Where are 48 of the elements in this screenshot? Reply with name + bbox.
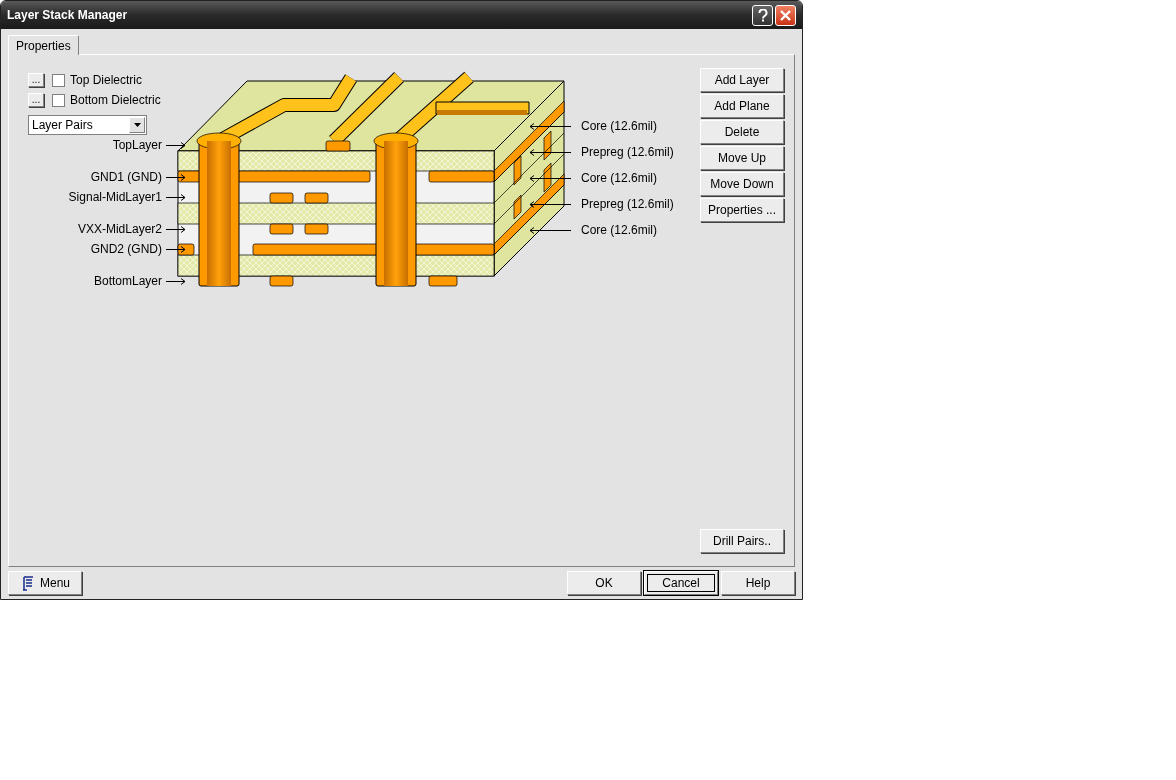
checkbox-label[interactable]: Bottom Dielectric bbox=[70, 91, 161, 109]
layer-label: TopLayer bbox=[112, 137, 162, 153]
dielectric-label: Core (12.6mil) bbox=[581, 170, 658, 186]
dielectric-label: Core (12.6mil) bbox=[581, 118, 658, 134]
leader-arrow bbox=[529, 200, 571, 208]
side-button[interactable]: Move Down bbox=[700, 172, 784, 196]
leader-arrow bbox=[166, 277, 186, 285]
dropdown-arrow-icon bbox=[133, 123, 141, 127]
side-button[interactable]: Add Layer bbox=[700, 68, 784, 92]
help-button[interactable] bbox=[752, 4, 773, 26]
side-button[interactable]: Move Up bbox=[700, 146, 784, 170]
menu-button[interactable]: Menu bbox=[8, 571, 82, 595]
close-icon bbox=[780, 9, 791, 21]
browse-button[interactable]: ... bbox=[28, 93, 44, 107]
layer-label: BottomLayer bbox=[93, 273, 162, 289]
checkbox[interactable] bbox=[52, 73, 65, 87]
layer-label: Signal-MidLayer1 bbox=[68, 189, 162, 205]
checkbox-label[interactable]: Top Dielectric bbox=[70, 71, 143, 89]
leader-arrow bbox=[166, 193, 186, 201]
leader-arrow bbox=[166, 245, 186, 253]
side-button[interactable]: Delete bbox=[700, 120, 784, 144]
dielectric-label: Prepreg (12.6mil) bbox=[581, 196, 674, 212]
leader-arrow bbox=[529, 226, 571, 234]
leader-arrow bbox=[529, 148, 571, 156]
menu-list-icon bbox=[22, 575, 34, 591]
drill-pairs-button[interactable]: Drill Pairs.. bbox=[700, 529, 784, 553]
side-button[interactable]: Add Plane bbox=[700, 94, 784, 118]
dielectric-label: Prepreg (12.6mil) bbox=[581, 144, 674, 160]
leader-arrow bbox=[529, 174, 571, 182]
leader-arrow bbox=[529, 122, 571, 130]
leader-arrow bbox=[166, 141, 186, 149]
side-button[interactable]: Properties ... bbox=[700, 198, 784, 222]
leader-arrow bbox=[166, 225, 186, 233]
dielectric-label: Core (12.6mil) bbox=[581, 222, 658, 238]
browse-button[interactable]: ... bbox=[28, 73, 44, 87]
view-dropdown[interactable]: Layer Pairs bbox=[28, 115, 147, 135]
checkbox[interactable] bbox=[52, 93, 65, 107]
dialog-button[interactable]: Cancel bbox=[644, 571, 718, 595]
help-icon bbox=[757, 8, 768, 22]
close-button[interactable] bbox=[775, 4, 796, 26]
layer-label: VXX-MidLayer2 bbox=[77, 221, 162, 237]
tab[interactable]: Properties bbox=[8, 35, 79, 55]
layer-label: GND1 (GND) bbox=[90, 169, 162, 185]
dialog-button[interactable]: OK bbox=[567, 571, 641, 595]
layer-label: GND2 (GND) bbox=[90, 241, 162, 257]
leader-arrow bbox=[166, 173, 186, 181]
dialog-button[interactable]: Help bbox=[721, 571, 795, 595]
window-title: Layer Stack Manager bbox=[7, 7, 129, 24]
